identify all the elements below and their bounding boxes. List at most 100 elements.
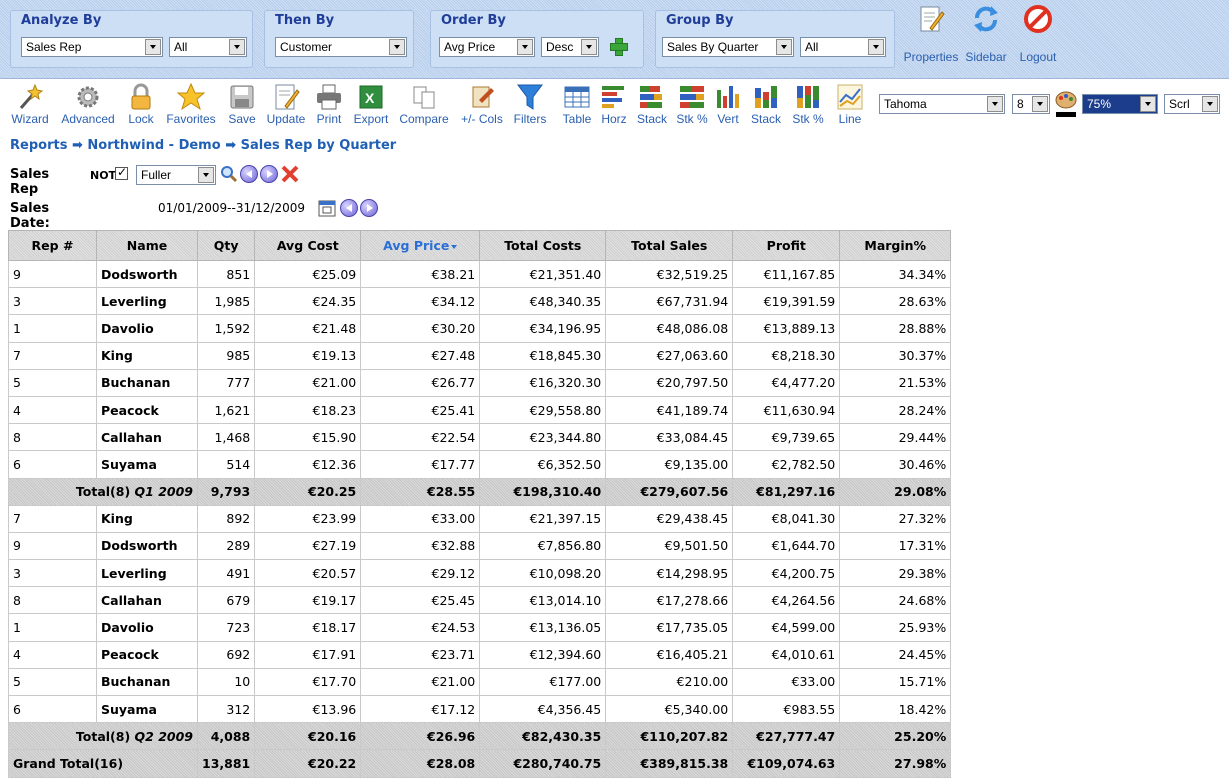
vertical-bar-icon — [717, 86, 739, 108]
font-size-select[interactable]: 8 — [1012, 94, 1050, 114]
breadcrumb-report-link[interactable]: Sales Rep by Quarter — [241, 138, 397, 153]
vertical-chart-button[interactable]: Vert — [712, 80, 744, 128]
column-header-avg-price[interactable]: Avg Price — [360, 230, 481, 261]
stacked-percent-chart-button[interactable]: Stk % — [674, 80, 710, 128]
previous-arrow-icon[interactable] — [240, 165, 258, 183]
qty-cell: 10 — [196, 667, 256, 697]
advanced-button[interactable]: Advanced — [54, 80, 122, 128]
then-by-field-select[interactable]: Customer — [275, 37, 407, 57]
name-cell: Callahan — [96, 586, 198, 615]
table-view-button[interactable]: Table — [558, 80, 596, 128]
print-button[interactable]: Print — [312, 80, 346, 128]
avg-cost-cell: €19.17 — [254, 586, 362, 615]
stacked-percent-vertical-icon — [797, 86, 819, 108]
favorites-button[interactable]: Favorites — [160, 80, 222, 128]
table-row[interactable]: 1 Davolio 723 €18.17 €24.53 €13,136.05 €17,735… — [8, 613, 952, 642]
column-header-total-sales[interactable]: Total Sales — [605, 230, 734, 261]
total-period-label: Q2 2009 — [134, 728, 193, 744]
stacked-vertical-chart-button[interactable]: Stack — [746, 80, 786, 128]
table-row[interactable]: 9 Dodsworth 851 €25.09 €38.21 €21,351.40 €32,5… — [8, 259, 952, 289]
table-row[interactable]: 3 Leverling 491 €20.57 €29.12 €10,098.20 €14,2… — [8, 559, 952, 588]
total-sales-cell: €210.00 — [605, 667, 734, 697]
next-arrow-icon[interactable] — [360, 199, 378, 217]
calendar-icon[interactable] — [318, 199, 336, 217]
rep-number-cell: 6 — [8, 694, 97, 724]
sidebar-button[interactable]: Sidebar — [958, 2, 1014, 68]
breadcrumb: Reports ➡ Northwind - Demo ➡ Sales Rep b… — [10, 138, 396, 153]
group-by-filter-select[interactable]: All — [800, 37, 886, 57]
column-header-total-costs[interactable]: Total Costs — [479, 230, 607, 261]
order-by-field-select[interactable]: Avg Price — [439, 37, 535, 57]
total-costs-cell: €198,310.40 — [479, 477, 607, 506]
column-header-profit[interactable]: Profit — [732, 230, 841, 261]
toolbar-label: Compare — [399, 112, 449, 126]
color-palette-icon[interactable] — [1054, 90, 1078, 120]
analyze-by-filter-select[interactable]: All — [169, 37, 247, 57]
rep-number-cell: 9 — [8, 531, 97, 561]
total-costs-cell: €82,430.35 — [479, 722, 607, 751]
table-row[interactable]: 9 Dodsworth 289 €27.19 €32.88 €7,856.80 €9,501… — [8, 531, 952, 561]
toolbar-label: Print — [316, 112, 342, 126]
total-count-label: Total(8) — [75, 484, 131, 500]
column-header-avg-cost[interactable]: Avg Cost — [254, 230, 362, 261]
sales-rep-select[interactable]: Fuller — [136, 165, 216, 185]
font-family-select[interactable]: Tahoma — [879, 94, 1005, 114]
header-row: Rep # Name Qty Avg Cost Avg Price Total … — [8, 230, 952, 261]
next-arrow-icon[interactable] — [260, 165, 278, 183]
export-button[interactable]: X Export — [348, 80, 394, 128]
column-header-margin[interactable]: Margin% — [839, 230, 952, 261]
table-row[interactable]: 4 Peacock 692 €17.91 €23.71 €12,394.60 €16,405… — [8, 640, 952, 669]
search-icon[interactable] — [220, 165, 238, 183]
logout-button[interactable]: Logout — [1012, 2, 1064, 68]
analyze-by-field-value: Sales Rep — [26, 40, 82, 54]
table-row[interactable]: 6 Suyama 312 €13.96 €17.12 €4,356.45 €5,340.00… — [8, 694, 952, 724]
stacked-chart-button[interactable]: Stack — [632, 80, 672, 128]
update-button[interactable]: Update — [262, 80, 310, 128]
columns-button[interactable]: +/- Cols — [454, 80, 510, 128]
breadcrumb-reports-link[interactable]: Reports — [10, 138, 67, 153]
table-row[interactable]: 7 King 892 €23.99 €33.00 €21,397.15 €29,438.45… — [8, 504, 952, 533]
column-header-qty[interactable]: Qty — [196, 230, 256, 261]
table-row[interactable]: 1 Davolio 1,592 €21.48 €30.20 €34,196.95 €48,0… — [8, 314, 952, 343]
avg-price-cell: €21.00 — [360, 667, 481, 697]
total-costs-cell: €6,352.50 — [479, 450, 607, 479]
column-header-rep[interactable]: Rep # — [8, 230, 97, 261]
qty-cell: 9,793 — [196, 477, 256, 506]
sidebar-label: Sidebar — [965, 50, 1007, 64]
group-by-field-select[interactable]: Sales By Quarter — [662, 37, 794, 57]
table-row[interactable]: 3 Leverling 1,985 €24.35 €34.12 €48,340.35 €67… — [8, 287, 952, 316]
not-checkbox[interactable] — [115, 165, 128, 180]
table-row[interactable]: 8 Callahan 1,468 €15.90 €22.54 €23,344.80 €33,… — [8, 423, 952, 452]
scroll-select[interactable]: Scrl — [1164, 94, 1220, 114]
compare-button[interactable]: Compare — [396, 80, 452, 128]
line-chart-button[interactable]: Line — [832, 80, 868, 128]
breadcrumb-project-link[interactable]: Northwind - Demo — [87, 138, 220, 153]
order-direction-select[interactable]: Desc — [541, 37, 599, 57]
table-row[interactable]: 5 Buchanan 10 €17.70 €21.00 €177.00 €210.00 €33… — [8, 667, 952, 697]
save-button[interactable]: Save — [224, 80, 260, 128]
table-row[interactable]: 5 Buchanan 777 €21.00 €26.77 €16,320.30 €20,79… — [8, 368, 952, 397]
report-table: Rep # Name Qty Avg Cost Avg Price Total … — [8, 230, 952, 778]
avg-price-cell: €28.08 — [360, 749, 481, 778]
previous-arrow-icon[interactable] — [340, 199, 358, 217]
horizontal-chart-button[interactable]: Horz — [596, 80, 632, 128]
zoom-select[interactable]: 75% — [1082, 94, 1158, 114]
stacked-percent-vertical-chart-button[interactable]: Stk % — [788, 80, 828, 128]
column-header-name[interactable]: Name — [96, 230, 198, 261]
table-row[interactable]: 6 Suyama 514 €12.36 €17.77 €6,352.50 €9,135.00… — [8, 450, 952, 479]
properties-button[interactable]: Properties — [896, 2, 966, 68]
close-icon[interactable] — [280, 164, 300, 184]
rep-number-cell: 4 — [8, 395, 97, 425]
wizard-icon — [19, 83, 44, 109]
analyze-by-field-select[interactable]: Sales Rep — [21, 37, 163, 57]
avg-price-cell: €38.21 — [360, 259, 481, 289]
table-row[interactable]: 8 Callahan 679 €19.17 €25.45 €13,014.10 €17,27… — [8, 586, 952, 615]
lock-button[interactable]: Lock — [124, 80, 158, 128]
toolbar-label: Line — [838, 112, 862, 126]
wizard-button[interactable]: Wizard — [8, 80, 52, 128]
add-sort-plus-icon[interactable] — [609, 37, 628, 56]
table-row[interactable]: 7 King 985 €19.13 €27.48 €18,845.30 €27,063.60… — [8, 341, 952, 370]
filters-button[interactable]: Filters — [510, 80, 550, 128]
analyze-by-panel: Analyze By Sales Rep All — [10, 10, 253, 68]
table-row[interactable]: 4 Peacock 1,621 €18.23 €25.41 €29,558.80 €41,1… — [8, 395, 952, 425]
